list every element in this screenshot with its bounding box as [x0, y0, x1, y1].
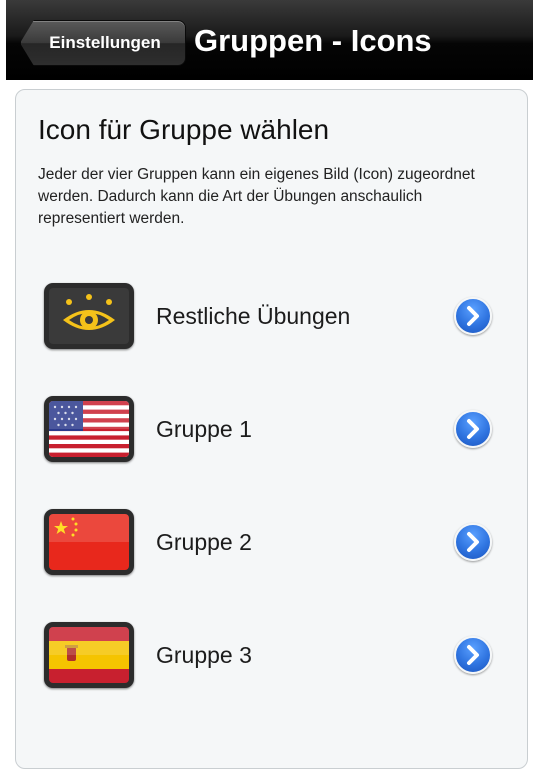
- spain-flag-icon: [44, 622, 134, 688]
- china-flag-icon: [44, 509, 134, 575]
- navigation-bar: Einstellungen Gruppen - Icons: [6, 0, 533, 80]
- group-label: Gruppe 3: [156, 641, 252, 668]
- group-row-2[interactable]: Gruppe 2: [44, 506, 494, 578]
- group-row-3[interactable]: Gruppe 3: [44, 619, 494, 691]
- back-button-label: Einstellungen: [49, 33, 161, 52]
- group-label: Restliche Übungen: [156, 302, 351, 329]
- section-description: Jeder der vier Gruppen kann ein eigenes …: [38, 166, 475, 227]
- group-label: Gruppe 1: [156, 415, 252, 442]
- eye-icon: [44, 283, 134, 349]
- group-row-1[interactable]: Gruppe 1: [44, 393, 494, 465]
- group-label: Gruppe 2: [156, 528, 252, 555]
- disclosure-button-icon[interactable]: [454, 297, 492, 335]
- disclosure-button-icon[interactable]: [454, 410, 492, 448]
- section-title: Icon für Gruppe wählen: [38, 114, 330, 145]
- disclosure-button-icon[interactable]: [454, 523, 492, 561]
- disclosure-button-icon[interactable]: [454, 636, 492, 674]
- page-title: Gruppen - Icons: [194, 23, 432, 58]
- back-button[interactable]: Einstellungen: [20, 20, 186, 66]
- usa-flag-icon: [44, 396, 134, 462]
- group-row-rest[interactable]: Restliche Übungen: [44, 280, 494, 352]
